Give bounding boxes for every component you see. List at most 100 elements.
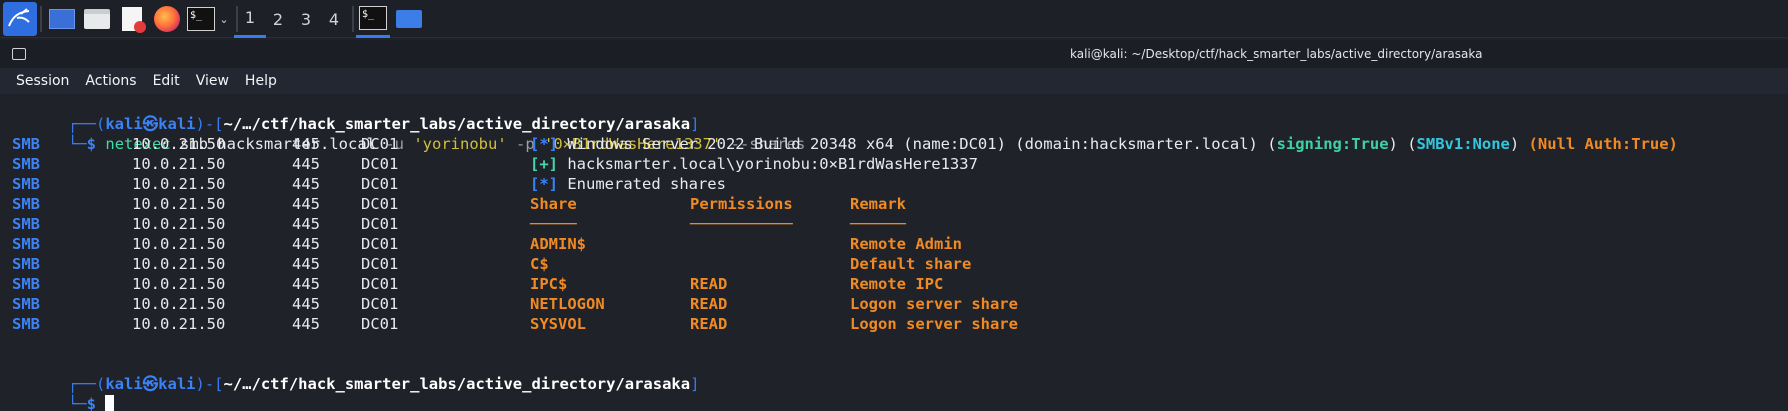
row-port: 445: [292, 275, 320, 293]
os-text: Windows Server 2022 Build 20348 x64 (nam…: [558, 135, 1277, 153]
row-host: DC01: [361, 135, 399, 153]
input-line[interactable]: └─$: [0, 374, 1788, 411]
row-port: 445: [292, 175, 320, 193]
show-desktop-icon[interactable]: [47, 4, 77, 34]
row-protocol: SMB: [12, 175, 40, 193]
menu-edit[interactable]: Edit: [145, 73, 188, 89]
tag-star: [*]: [530, 175, 558, 193]
firefox-icon[interactable]: [152, 4, 182, 34]
prompt-line-2: ┌──(kali㉿kali)-[~/…/ctf/hack_smarter_lab…: [0, 354, 1788, 393]
row-ip: 10.0.21.50: [132, 235, 226, 253]
output-row: SMB 10.0.21.50 445 DC01 NETLOGON READ Logon se…: [0, 294, 1788, 314]
prompt-dollar: $: [86, 395, 97, 411]
row-port: 445: [292, 215, 320, 233]
underline-share: ─────: [530, 215, 577, 233]
null-auth-flag: (Null Auth:True): [1528, 135, 1678, 153]
info-line-enum: [*] Enumerated shares: [530, 174, 726, 194]
row-port: 445: [292, 155, 320, 173]
row-host: DC01: [361, 195, 399, 213]
share-permissions: READ: [690, 295, 728, 313]
tag-plus: [+]: [530, 155, 558, 173]
menu-help[interactable]: Help: [237, 73, 285, 89]
row-host: DC01: [361, 215, 399, 233]
row-ip: 10.0.21.50: [132, 255, 226, 273]
row-ip: 10.0.21.50: [132, 195, 226, 213]
output-row: SMB 10.0.21.50 445 DC01 [+] hacksmarter.loca…: [0, 154, 1788, 174]
row-port: 445: [292, 235, 320, 253]
row-protocol: SMB: [12, 315, 40, 333]
info-line-auth: [+] hacksmarter.local\yorinobu:0×B1rdWas…: [530, 154, 978, 174]
taskbar-terminal-window[interactable]: $_: [356, 0, 390, 38]
underline-remark: ──────: [850, 215, 906, 233]
share-name: NETLOGON: [530, 295, 605, 313]
share-name: ADMIN$: [530, 235, 586, 253]
window-titlebar[interactable]: kali@kali: ~/Desktop/ctf/hack_smarter_la…: [0, 40, 1788, 68]
row-port: 445: [292, 135, 320, 153]
row-ip: 10.0.21.50: [132, 175, 226, 193]
output-row: SMB 10.0.21.50 445 DC01 [*] Enumerated share…: [0, 174, 1788, 194]
output-row: SMB 10.0.21.50 445 DC01 [*] Windows Server 2…: [0, 134, 1788, 154]
enum-text: Enumerated shares: [558, 175, 726, 193]
row-port: 445: [292, 255, 320, 273]
row-ip: 10.0.21.50: [132, 155, 226, 173]
paren-sep: ) (: [1388, 135, 1417, 153]
share-remark: Remote IPC: [850, 275, 944, 293]
chevron-down-icon[interactable]: ⌄: [216, 4, 232, 34]
output-row: SMB 10.0.21.50 445 DC01 IPC$ READ Remote IPC: [0, 274, 1788, 294]
row-ip: 10.0.21.50: [132, 215, 226, 233]
terminal-window: kali@kali: ~/Desktop/ctf/hack_smarter_la…: [0, 40, 1788, 411]
header-share: Share: [530, 195, 577, 213]
row-protocol: SMB: [12, 275, 40, 293]
row-protocol: SMB: [12, 295, 40, 313]
underline-permissions: ───────────: [690, 215, 793, 233]
row-host: DC01: [361, 175, 399, 193]
menu-session[interactable]: Session: [8, 73, 77, 89]
row-port: 445: [292, 195, 320, 213]
terminal-output[interactable]: ┌──(kali㉿kali)-[~/…/ctf/hack_smarter_lab…: [0, 94, 1788, 411]
share-remark: Logon server share: [850, 295, 1018, 313]
row-protocol: SMB: [12, 255, 40, 273]
prompt-corner-bottom: └─: [68, 395, 87, 411]
row-ip: 10.0.21.50: [132, 315, 226, 333]
row-protocol: SMB: [12, 155, 40, 173]
row-port: 445: [292, 315, 320, 333]
output-row: SMB 10.0.21.50 445 DC01 ADMIN$ Remote Admin: [0, 234, 1788, 254]
output-row: SMB 10.0.21.50 445 DC01 Share Permissions Rema…: [0, 194, 1788, 214]
row-ip: 10.0.21.50: [132, 275, 226, 293]
text-editor-icon[interactable]: [118, 4, 146, 34]
kali-menu-icon[interactable]: [3, 2, 37, 36]
terminal-cursor[interactable]: [105, 395, 115, 411]
share-name: SYSVOL: [530, 315, 586, 333]
row-protocol: SMB: [12, 195, 40, 213]
menu-view[interactable]: View: [188, 73, 237, 89]
share-remark: Default share: [850, 255, 972, 273]
auth-text: hacksmarter.local\yorinobu:0×B1rdWasHere…: [558, 155, 978, 173]
info-line-os: [*] Windows Server 2022 Build 20348 x64 …: [530, 134, 1678, 154]
share-remark: Logon server share: [850, 315, 1018, 333]
output-row: SMB 10.0.21.50 445 DC01 C$ Default share: [0, 254, 1788, 274]
row-host: DC01: [361, 315, 399, 333]
command-line: └─$ netexec smb hacksmarter.local -u 'yo…: [0, 114, 1788, 153]
terminal-launcher-icon[interactable]: $_: [186, 4, 216, 34]
row-protocol: SMB: [12, 215, 40, 233]
share-permissions: READ: [690, 275, 728, 293]
share-name: C$: [530, 255, 549, 273]
signing-flag: signing:True: [1276, 135, 1389, 153]
row-ip: 10.0.21.50: [132, 295, 226, 313]
row-protocol: SMB: [12, 235, 40, 253]
row-host: DC01: [361, 295, 399, 313]
tag-star: [*]: [530, 135, 558, 153]
file-manager-icon[interactable]: [82, 4, 112, 34]
smbv1-flag: SMBv1:None: [1416, 135, 1510, 153]
menu-actions[interactable]: Actions: [77, 73, 144, 89]
workspace-4[interactable]: 4: [318, 0, 350, 38]
row-host: DC01: [361, 275, 399, 293]
row-port: 445: [292, 295, 320, 313]
row-host: DC01: [361, 235, 399, 253]
row-ip: 10.0.21.50: [132, 135, 226, 153]
taskbar-folder-window[interactable]: [392, 0, 426, 38]
share-name: IPC$: [530, 275, 568, 293]
paren-close: ): [1509, 135, 1529, 153]
menubar: Session Actions Edit View Help: [0, 68, 1788, 94]
